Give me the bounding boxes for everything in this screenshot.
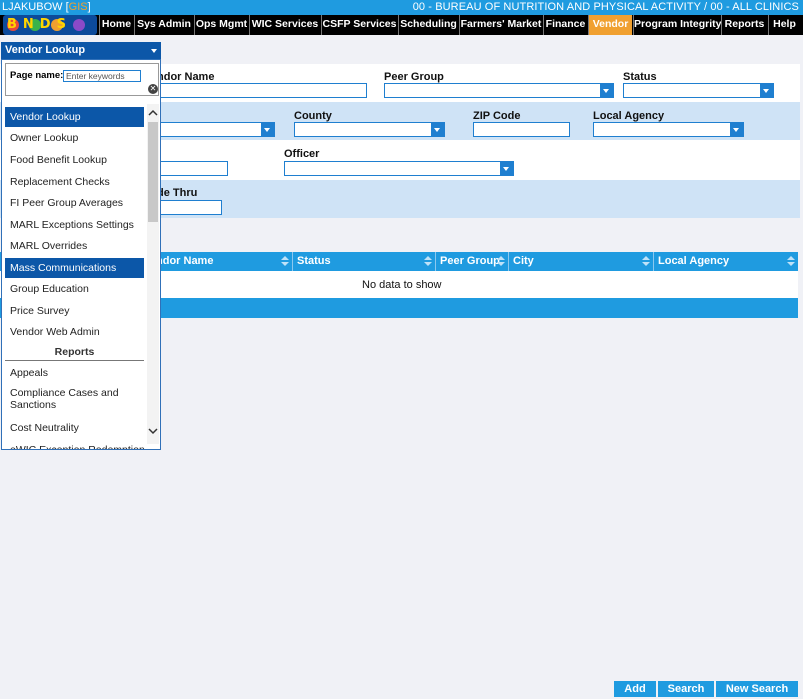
nav-csfp-services[interactable]: CSFP Services (321, 15, 397, 35)
sort-icon[interactable] (642, 256, 650, 267)
chevron-down-icon[interactable] (730, 123, 743, 136)
app-logo[interactable]: BNDS (3, 15, 97, 35)
col-status-label: Status (297, 255, 331, 267)
add-button[interactable]: Add (614, 681, 656, 697)
code-thru-label: de Thru (157, 187, 198, 199)
status-select[interactable] (623, 83, 774, 98)
peer-group-select[interactable] (384, 83, 614, 98)
user-role-link[interactable]: GIS (69, 1, 88, 13)
nav-finance[interactable]: Finance (543, 15, 587, 35)
page-selector-value: Vendor Lookup (5, 44, 86, 56)
logo-text: BNDS (7, 17, 72, 32)
scroll-up-icon[interactable] (148, 108, 158, 118)
vendor-name-label: ndor Name (157, 71, 215, 83)
zip-code-input[interactable] (473, 122, 570, 137)
page-selector-panel: Page name: Enter keywords ✕ Vendor Looku… (1, 59, 161, 450)
chevron-down-icon[interactable] (600, 84, 613, 97)
county-label: County (294, 110, 332, 122)
menu-item-appeals[interactable]: Appeals (5, 363, 144, 383)
menu-item-food-benefit-lookup[interactable]: Food Benefit Lookup (5, 150, 144, 170)
officer-select[interactable] (284, 161, 514, 176)
col-local-agency-label: Local Agency (658, 255, 730, 267)
nav-sys-admin[interactable]: Sys Admin (134, 15, 193, 35)
sort-icon[interactable] (281, 256, 289, 267)
caret-down-icon[interactable] (151, 49, 157, 53)
peer-group-label: Peer Group (384, 71, 444, 83)
menu-item-mass-communications[interactable]: Mass Communications (5, 258, 144, 278)
local-agency-select[interactable] (593, 122, 744, 137)
nav-reports[interactable]: Reports (721, 15, 767, 35)
search-button[interactable]: Search (658, 681, 714, 697)
menu-item-price-survey[interactable]: Price Survey (5, 301, 144, 321)
menu-item-marl-exceptions-settings[interactable]: MARL Exceptions Settings (5, 215, 144, 235)
vendor-name-input[interactable] (157, 83, 367, 98)
zip-code-label: ZIP Code (473, 110, 521, 122)
menu-item-vendor-web-admin[interactable]: Vendor Web Admin (5, 322, 144, 342)
col-peer-group-label: Peer Group (440, 255, 500, 267)
menu-item-owner-lookup[interactable]: Owner Lookup (5, 128, 144, 148)
county-select[interactable] (294, 122, 445, 137)
menu-item-cost-neutrality[interactable]: Cost Neutrality (5, 418, 144, 438)
menu-scrollbar-thumb[interactable] (148, 122, 158, 222)
page-selector-dropdown[interactable]: Vendor Lookup (1, 42, 161, 59)
col-status[interactable]: Status (292, 252, 435, 271)
keywords-input[interactable]: Enter keywords (63, 70, 141, 82)
scroll-down-icon[interactable] (148, 426, 158, 436)
code-thru-input[interactable] (157, 200, 222, 215)
menu-item-marl-overrides[interactable]: MARL Overrides (5, 236, 144, 256)
nav-scheduling[interactable]: Scheduling (398, 15, 458, 35)
no-data-message: No data to show (362, 279, 442, 291)
reports-section-header: Reports (5, 343, 144, 361)
nav-home[interactable]: Home (99, 15, 133, 35)
chevron-down-icon[interactable] (431, 123, 444, 136)
col-local-agency[interactable]: Local Agency (653, 252, 798, 271)
menu-item-vendor-lookup[interactable]: Vendor Lookup (5, 107, 144, 127)
username: LJAKUBOW (2, 1, 63, 13)
chevron-down-icon[interactable] (261, 123, 274, 136)
col-vendor-name-label: ndor Name (156, 255, 214, 267)
chevron-down-icon[interactable] (760, 84, 773, 97)
top-status-bar: LJAKUBOW [GIS] 00 - BUREAU OF NUTRITION … (0, 0, 803, 15)
nav-help[interactable]: Help (768, 15, 800, 35)
menu-item-replacement-checks[interactable]: Replacement Checks (5, 172, 144, 192)
nav-vendor[interactable]: Vendor (588, 15, 632, 35)
nav-wic-services[interactable]: WIC Services (249, 15, 320, 35)
col-city[interactable]: City (508, 252, 653, 271)
new-search-button[interactable]: New Search (716, 681, 798, 697)
officer-label: Officer (284, 148, 320, 160)
nav-program-integrity[interactable]: Program Integrity (633, 15, 722, 35)
logo-dot-purple (73, 19, 85, 31)
page-name-label: Page name: (10, 70, 64, 81)
sort-icon[interactable] (424, 256, 432, 267)
user-bracket-close: ] (87, 1, 91, 13)
nav-farmers-market[interactable]: Farmers' Market (459, 15, 542, 35)
sort-icon[interactable] (787, 256, 795, 267)
menu-item-group-education[interactable]: Group Education (5, 279, 144, 299)
status-label: Status (623, 71, 657, 83)
menu-item-ewic-exception[interactable]: eWIC Exception Redemption (5, 440, 145, 449)
user-info: LJAKUBOW [GIS] (2, 1, 91, 13)
local-agency-label: Local Agency (593, 110, 665, 122)
menu-item-fi-peer-group-averages[interactable]: FI Peer Group Averages (5, 193, 144, 213)
code-input[interactable] (157, 161, 228, 176)
col-peer-group[interactable]: Peer Group (435, 252, 508, 271)
menu-item-compliance-cases[interactable]: Compliance Cases and Sanctions (5, 384, 144, 414)
agency-clinic-label[interactable]: 00 - BUREAU OF NUTRITION AND PHYSICAL AC… (413, 1, 799, 13)
page-search-box: Page name: Enter keywords ✕ (5, 63, 159, 96)
clear-icon[interactable]: ✕ (148, 84, 158, 94)
sort-icon[interactable] (497, 256, 505, 267)
col-vendor-name[interactable]: ndor Name (152, 252, 292, 271)
nav-ops-mgmt[interactable]: Ops Mgmt (194, 15, 248, 35)
region-select[interactable] (157, 122, 275, 137)
chevron-down-icon[interactable] (500, 162, 513, 175)
col-city-label: City (513, 255, 534, 267)
